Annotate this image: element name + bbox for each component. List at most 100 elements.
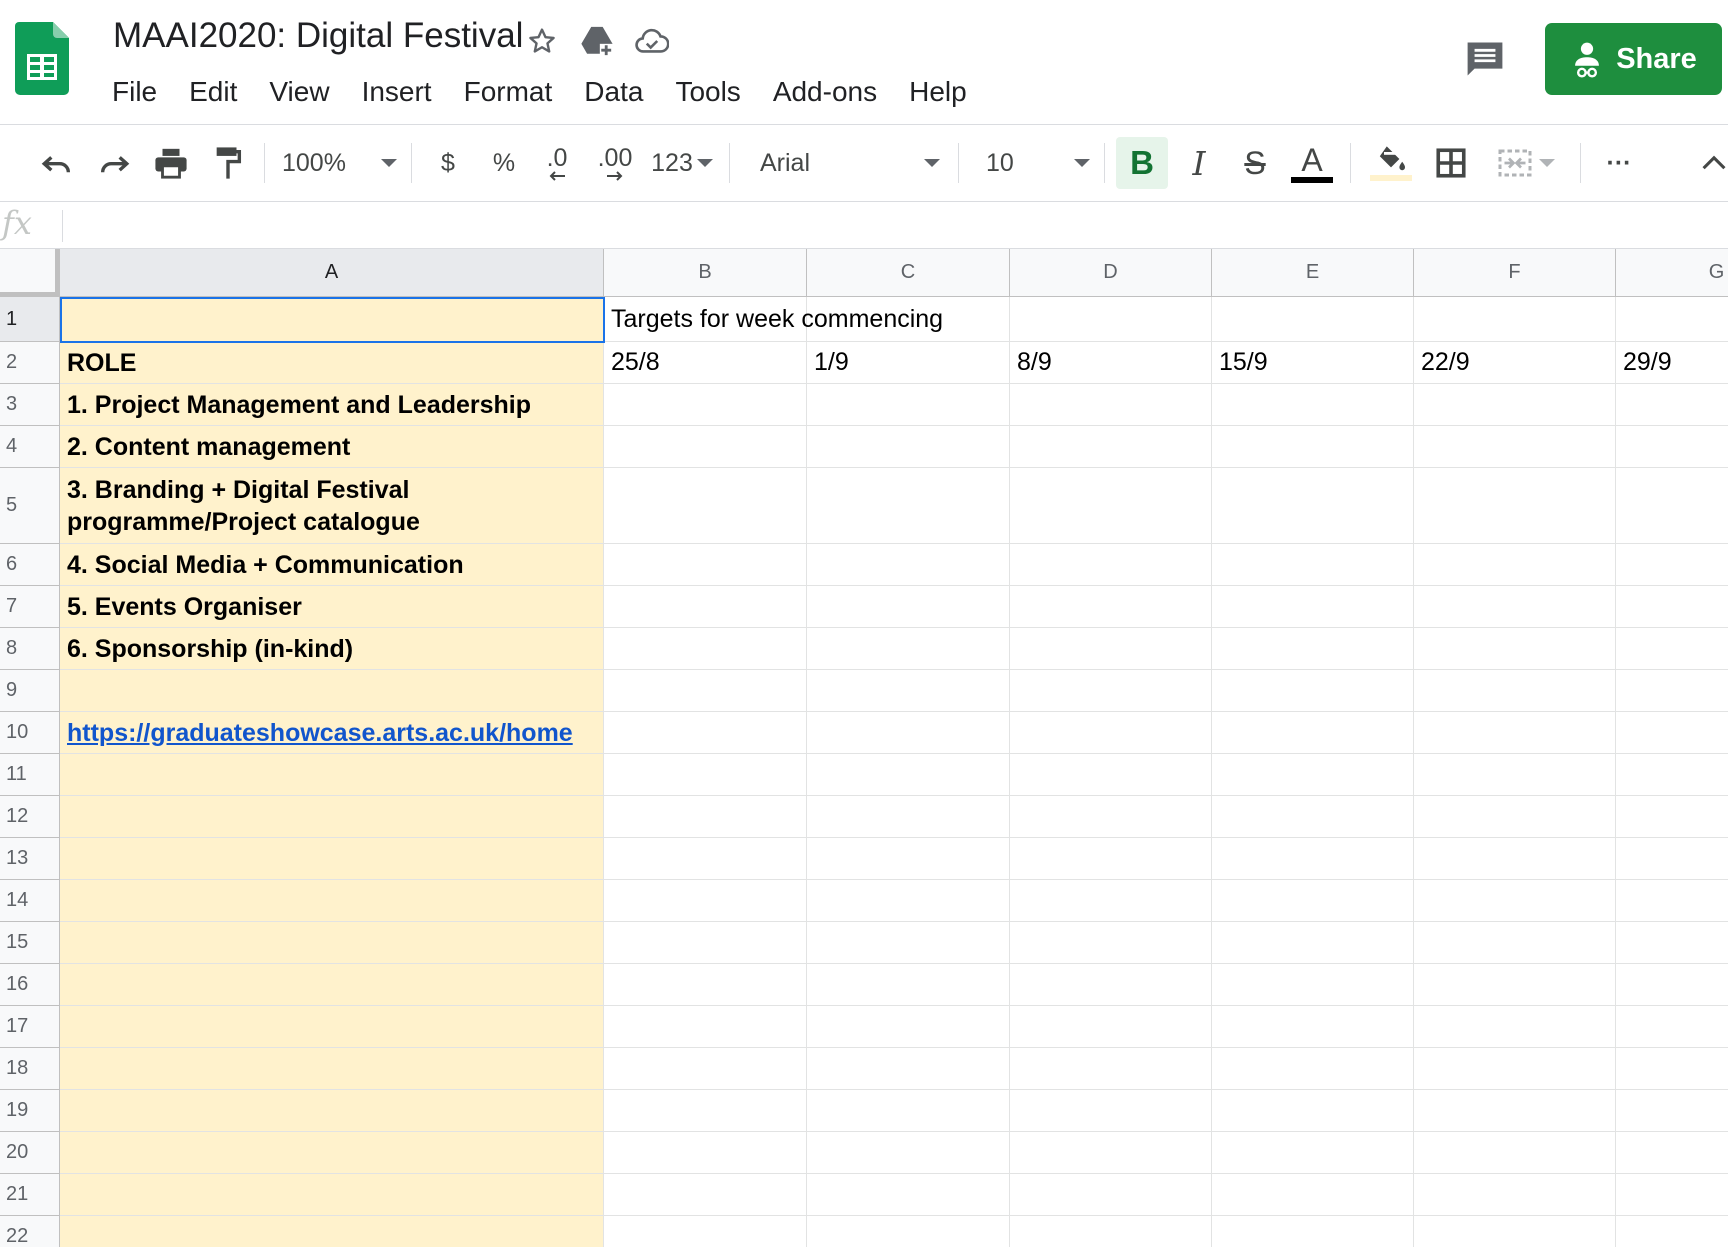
cell-a20[interactable] (60, 1132, 604, 1174)
cell-d11[interactable] (1010, 754, 1212, 796)
cell-d12[interactable] (1010, 796, 1212, 838)
cell-c11[interactable] (807, 754, 1010, 796)
cell-d22[interactable] (1010, 1216, 1212, 1247)
row-header-17[interactable]: 17 (0, 1006, 60, 1048)
cell-a1[interactable] (60, 297, 604, 342)
cell-a19[interactable] (60, 1090, 604, 1132)
cell-e21[interactable] (1212, 1174, 1414, 1216)
cell-f8[interactable] (1414, 628, 1616, 670)
collapse-toolbar-button[interactable] (1700, 137, 1728, 189)
cell-e15[interactable] (1212, 922, 1414, 964)
cell-b8[interactable] (604, 628, 807, 670)
cell-c12[interactable] (807, 796, 1010, 838)
cell-c20[interactable] (807, 1132, 1010, 1174)
cell-e22[interactable] (1212, 1216, 1414, 1247)
row-header-15[interactable]: 15 (0, 922, 60, 964)
cell-g2[interactable]: 29/9 (1616, 342, 1728, 384)
cell-d2[interactable]: 8/9 (1010, 342, 1212, 384)
column-header-d[interactable]: D (1010, 249, 1212, 297)
cell-a5[interactable]: 3. Branding + Digital Festival programme… (60, 468, 604, 544)
cell-b7[interactable] (604, 586, 807, 628)
row-header-8[interactable]: 8 (0, 628, 60, 670)
cell-e16[interactable] (1212, 964, 1414, 1006)
cell-c9[interactable] (807, 670, 1010, 712)
cell-d10[interactable] (1010, 712, 1212, 754)
cell-f4[interactable] (1414, 426, 1616, 468)
cell-g6[interactable] (1616, 544, 1728, 586)
cell-c3[interactable] (807, 384, 1010, 426)
cell-b3[interactable] (604, 384, 807, 426)
cell-a11[interactable] (60, 754, 604, 796)
cell-f20[interactable] (1414, 1132, 1616, 1174)
cell-b21[interactable] (604, 1174, 807, 1216)
cell-c15[interactable] (807, 922, 1010, 964)
cell-a18[interactable] (60, 1048, 604, 1090)
menu-file[interactable]: File (97, 72, 173, 112)
row-header-16[interactable]: 16 (0, 964, 60, 1006)
cell-d19[interactable] (1010, 1090, 1212, 1132)
cell-c17[interactable] (807, 1006, 1010, 1048)
cell-d21[interactable] (1010, 1174, 1212, 1216)
cell-e11[interactable] (1212, 754, 1414, 796)
cell-e12[interactable] (1212, 796, 1414, 838)
cell-c6[interactable] (807, 544, 1010, 586)
document-title[interactable]: MAAI2020: Digital Festival (113, 16, 523, 56)
cell-c7[interactable] (807, 586, 1010, 628)
cell-f6[interactable] (1414, 544, 1616, 586)
cell-d3[interactable] (1010, 384, 1212, 426)
menu-help[interactable]: Help (893, 72, 983, 112)
cell-c22[interactable] (807, 1216, 1010, 1247)
cell-c16[interactable] (807, 964, 1010, 1006)
cell-g11[interactable] (1616, 754, 1728, 796)
cell-g4[interactable] (1616, 426, 1728, 468)
zoom-select[interactable]: 100% (282, 137, 397, 189)
decrease-decimal-button[interactable]: .0 (534, 137, 580, 189)
cell-g16[interactable] (1616, 964, 1728, 1006)
cell-d7[interactable] (1010, 586, 1212, 628)
column-header-f[interactable]: F (1414, 249, 1616, 297)
cell-f22[interactable] (1414, 1216, 1616, 1247)
cell-d16[interactable] (1010, 964, 1212, 1006)
cell-a7[interactable]: 5. Events Organiser (60, 586, 604, 628)
cell-e5[interactable] (1212, 468, 1414, 544)
cell-f16[interactable] (1414, 964, 1616, 1006)
sheets-logo-icon[interactable] (15, 22, 69, 95)
cell-b13[interactable] (604, 838, 807, 880)
cell-g5[interactable] (1616, 468, 1728, 544)
row-header-22[interactable]: 22 (0, 1216, 60, 1247)
cell-a13[interactable] (60, 838, 604, 880)
row-header-18[interactable]: 18 (0, 1048, 60, 1090)
column-header-b[interactable]: B (604, 249, 807, 297)
cell-f17[interactable] (1414, 1006, 1616, 1048)
cell-a10[interactable]: https://graduateshowcase.arts.ac.uk/home (60, 712, 604, 754)
cell-e17[interactable] (1212, 1006, 1414, 1048)
cell-b10[interactable] (604, 712, 807, 754)
star-icon[interactable] (522, 21, 562, 61)
cell-e18[interactable] (1212, 1048, 1414, 1090)
cell-g12[interactable] (1616, 796, 1728, 838)
menu-edit[interactable]: Edit (173, 72, 253, 112)
cell-b11[interactable] (604, 754, 807, 796)
select-all-corner[interactable] (0, 249, 60, 297)
column-header-a[interactable]: A (60, 249, 604, 297)
cell-e7[interactable] (1212, 586, 1414, 628)
cell-a22[interactable] (60, 1216, 604, 1247)
cell-b5[interactable] (604, 468, 807, 544)
row-header-14[interactable]: 14 (0, 880, 60, 922)
cell-d4[interactable] (1010, 426, 1212, 468)
row-header-4[interactable]: 4 (0, 426, 60, 468)
cell-a9[interactable] (60, 670, 604, 712)
cell-g20[interactable] (1616, 1132, 1728, 1174)
increase-decimal-button[interactable]: .00 (590, 137, 640, 189)
cell-g9[interactable] (1616, 670, 1728, 712)
row-header-1[interactable]: 1 (0, 297, 60, 342)
cell-b4[interactable] (604, 426, 807, 468)
cell-g1[interactable] (1616, 297, 1728, 342)
cell-f11[interactable] (1414, 754, 1616, 796)
cell-b22[interactable] (604, 1216, 807, 1247)
formula-input[interactable] (75, 208, 1719, 244)
cell-c8[interactable] (807, 628, 1010, 670)
cell-d6[interactable] (1010, 544, 1212, 586)
cell-b9[interactable] (604, 670, 807, 712)
merge-cells-button[interactable] (1486, 137, 1566, 189)
